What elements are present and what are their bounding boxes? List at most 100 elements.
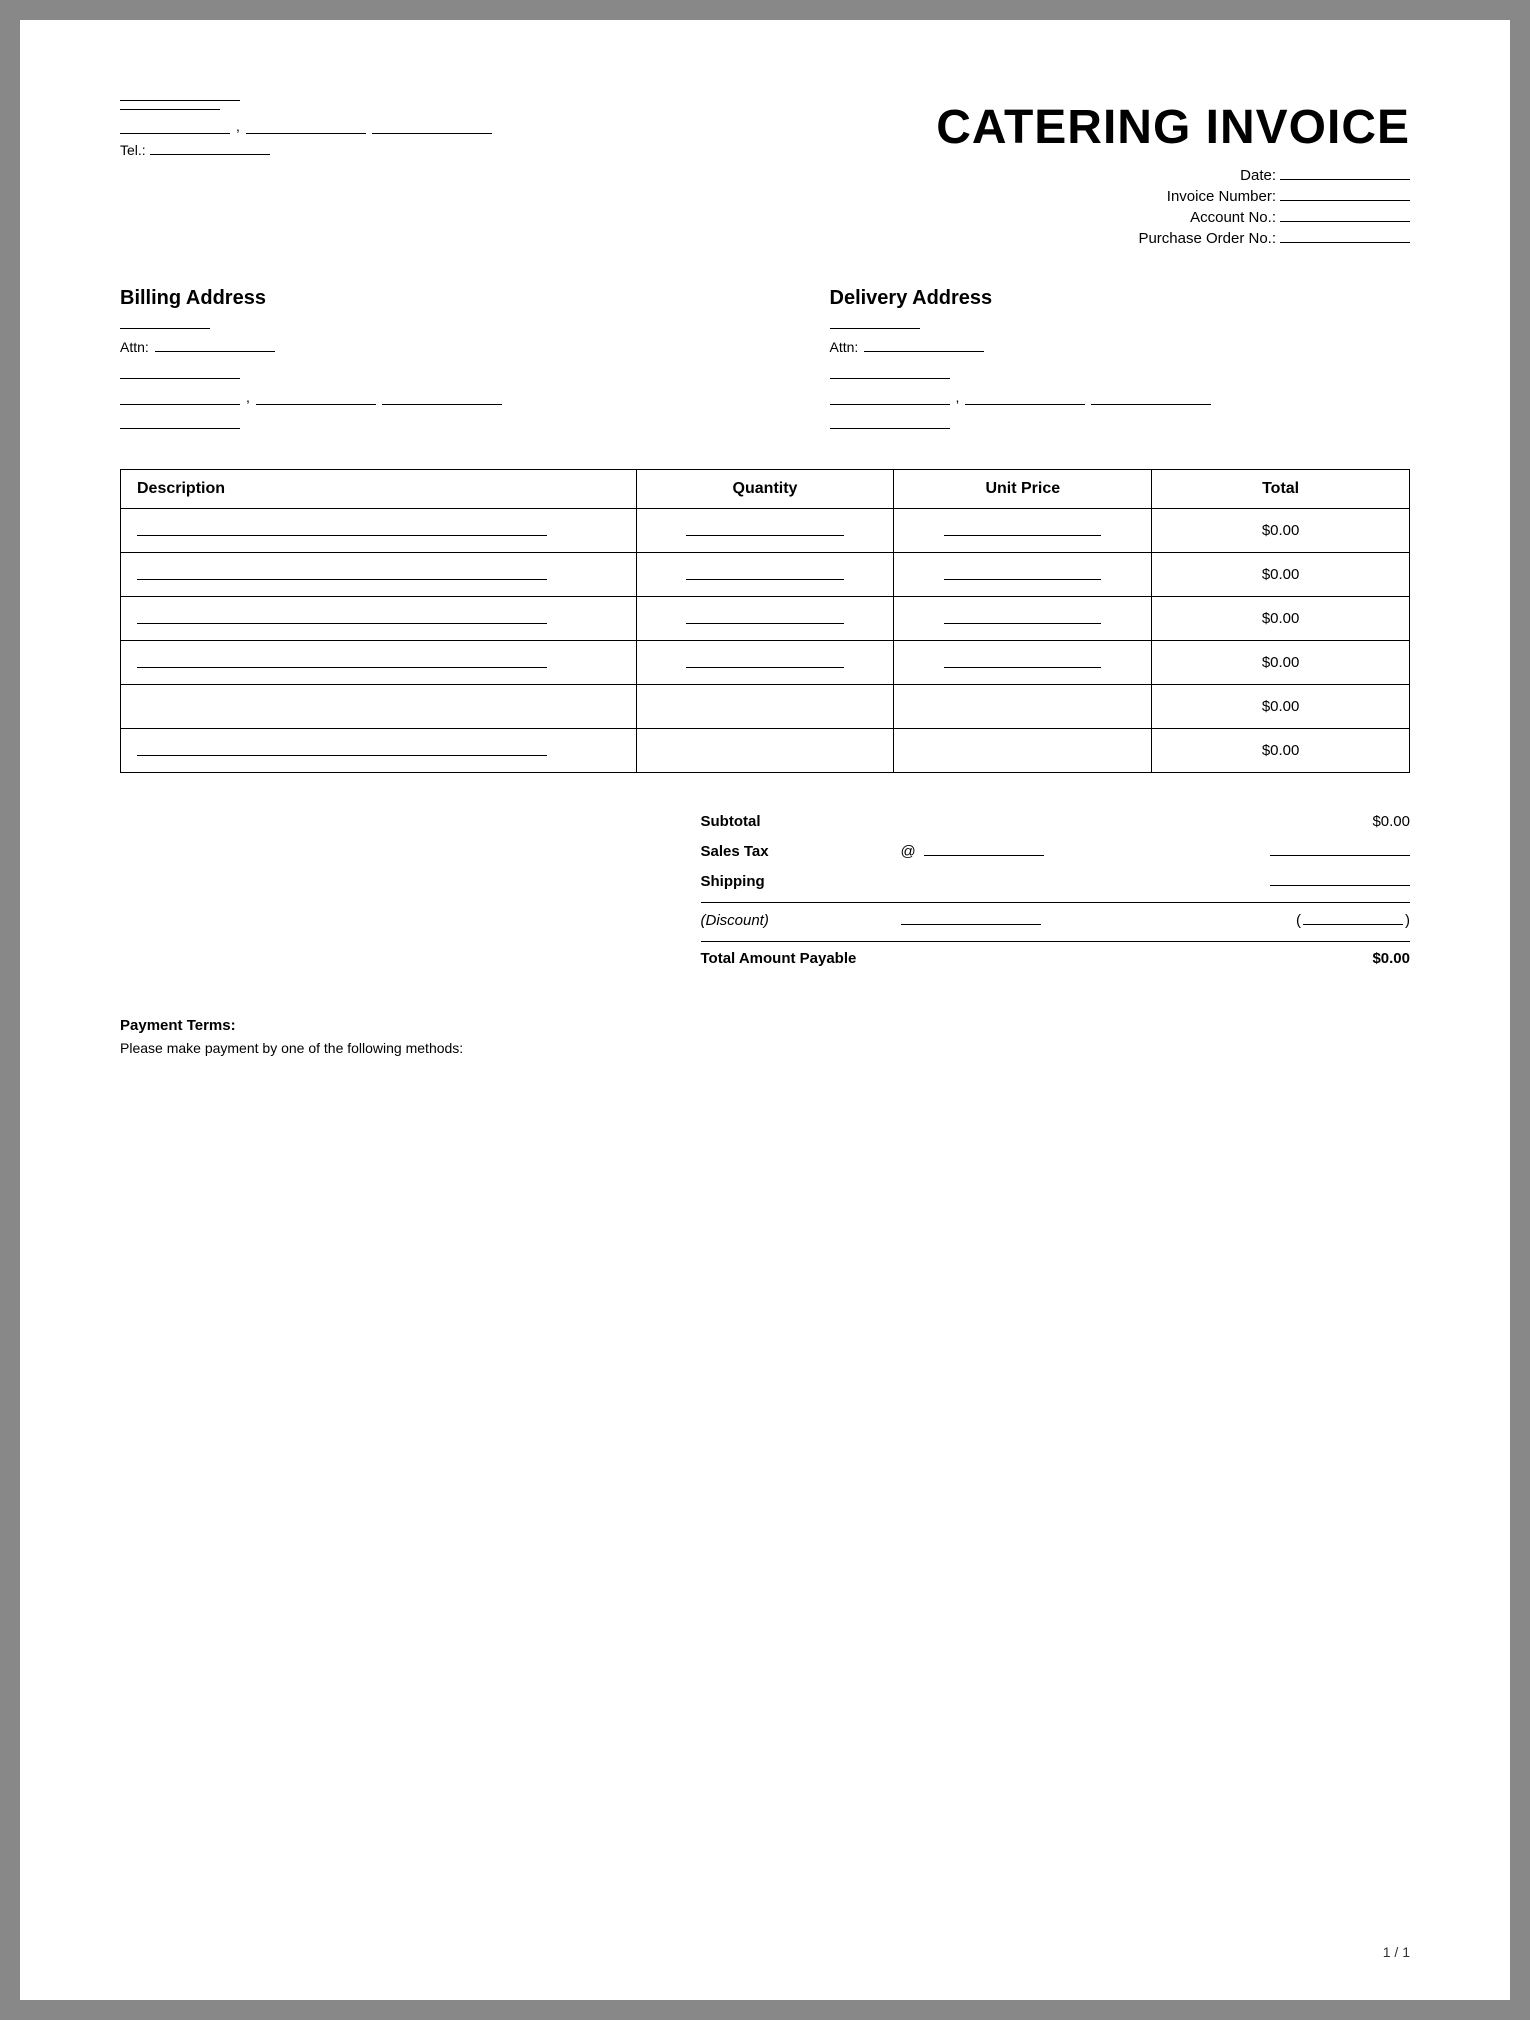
subtotal-row: Subtotal $0.00 — [701, 813, 1411, 830]
qty-cell-3 — [636, 597, 894, 641]
purchase-order-label: Purchase Order No.: — [1138, 230, 1276, 247]
sales-tax-label: Sales Tax — [701, 843, 901, 860]
total-cell-2: $0.00 — [1152, 553, 1410, 597]
col-header-total: Total — [1152, 470, 1410, 509]
date-row: Date: — [936, 167, 1410, 184]
invoice-fields: Date: Invoice Number: Account No.: Purch… — [936, 167, 1410, 247]
delivery-city-row: , — [830, 389, 1411, 405]
delivery-address1-blank — [830, 365, 950, 379]
billing-phone-blank — [120, 415, 240, 429]
header-section: , Tel.: CATERING INVOICE Date: Invoice N… — [120, 100, 1410, 247]
header-left: , Tel.: — [120, 100, 492, 158]
col-header-quantity: Quantity — [636, 470, 894, 509]
qty-cell-1 — [636, 509, 894, 553]
price-cell-4 — [894, 641, 1152, 685]
invoice-title: CATERING INVOICE — [936, 100, 1410, 155]
shipping-row: Shipping — [701, 872, 1411, 890]
billing-city-row: , — [120, 389, 701, 405]
delivery-attn-blank — [864, 351, 984, 352]
purchase-order-row: Purchase Order No.: — [936, 230, 1410, 247]
billing-attn-blank — [155, 351, 275, 352]
shipping-value-blank — [1270, 872, 1410, 886]
tel-label: Tel.: — [120, 142, 146, 158]
delivery-address-block: Delivery Address Attn: , — [830, 287, 1411, 429]
price-cell-6 — [894, 729, 1152, 773]
page-number: 1 / 1 — [1383, 1944, 1410, 1960]
qty-cell-6 — [636, 729, 894, 773]
delivery-attn-label: Attn: — [830, 339, 859, 355]
date-label: Date: — [1240, 167, 1276, 184]
total-cell-6: $0.00 — [1152, 729, 1410, 773]
table-row: $0.00 — [121, 553, 1410, 597]
desc-cell-4 — [121, 641, 637, 685]
price-cell-1 — [894, 509, 1152, 553]
shipping-label: Shipping — [701, 873, 901, 890]
date-blank — [1280, 179, 1410, 180]
billing-address-title: Billing Address — [120, 287, 701, 310]
price-cell-2 — [894, 553, 1152, 597]
table-row: $0.00 — [121, 641, 1410, 685]
delivery-city-blank — [830, 391, 950, 405]
sales-tax-row: Sales Tax @ — [701, 842, 1411, 860]
billing-address1-blank — [120, 365, 240, 379]
discount-label: (Discount) — [701, 912, 901, 929]
table-row: $0.00 — [121, 685, 1410, 729]
totals-section: Subtotal $0.00 Sales Tax @ Shipping — [120, 813, 1410, 967]
discount-name-blank — [901, 911, 1041, 925]
company-name-blank — [120, 100, 240, 101]
payment-section: Payment Terms: Please make payment by on… — [120, 1017, 1410, 1056]
addresses-section: Billing Address Attn: , Delivery Addr — [120, 287, 1410, 429]
delivery-phone-blank — [830, 415, 950, 429]
header-right: CATERING INVOICE Date: Invoice Number: A… — [936, 100, 1410, 247]
desc-cell-6 — [121, 729, 637, 773]
at-symbol: @ — [901, 843, 916, 860]
total-cell-5: $0.00 — [1152, 685, 1410, 729]
company-address1-blank — [120, 109, 220, 110]
delivery-zip-blank — [1091, 391, 1211, 405]
total-amount-row: Total Amount Payable $0.00 — [701, 941, 1411, 967]
billing-name-blank — [120, 328, 210, 329]
discount-row: (Discount) ( ) — [701, 902, 1411, 929]
table-row: $0.00 — [121, 729, 1410, 773]
tel-blank — [150, 154, 270, 155]
billing-attn-row: Attn: — [120, 339, 701, 355]
subtotal-value: $0.00 — [1250, 813, 1410, 830]
qty-cell-4 — [636, 641, 894, 685]
subtotal-label: Subtotal — [701, 813, 901, 830]
payment-title: Payment Terms: — [120, 1017, 1410, 1034]
invoice-number-blank — [1280, 200, 1410, 201]
delivery-address-content: Attn: , — [830, 328, 1411, 429]
delivery-name-blank — [830, 328, 920, 329]
invoice-table: Description Quantity Unit Price Total $0… — [120, 469, 1410, 773]
desc-cell-2 — [121, 553, 637, 597]
payment-text: Please make payment by one of the follow… — [120, 1040, 1410, 1056]
account-no-row: Account No.: — [936, 209, 1410, 226]
desc-cell-1 — [121, 509, 637, 553]
account-no-blank — [1280, 221, 1410, 222]
price-cell-5 — [894, 685, 1152, 729]
total-amount-label: Total Amount Payable — [701, 950, 901, 967]
qty-cell-5 — [636, 685, 894, 729]
desc-cell-3 — [121, 597, 637, 641]
purchase-order-blank — [1280, 242, 1410, 243]
billing-attn-label: Attn: — [120, 339, 149, 355]
company-zip-blank — [372, 133, 492, 134]
col-header-description: Description — [121, 470, 637, 509]
company-city-blank — [120, 133, 230, 134]
totals-table: Subtotal $0.00 Sales Tax @ Shipping — [701, 813, 1411, 967]
sales-tax-value-blank — [1270, 842, 1410, 856]
discount-value-blank — [1303, 911, 1403, 925]
invoice-number-label: Invoice Number: — [1167, 188, 1276, 205]
delivery-state-blank — [965, 391, 1085, 405]
company-state-blank — [246, 133, 366, 134]
total-cell-3: $0.00 — [1152, 597, 1410, 641]
price-cell-3 — [894, 597, 1152, 641]
delivery-attn-row: Attn: — [830, 339, 1411, 355]
qty-cell-2 — [636, 553, 894, 597]
tel-row: Tel.: — [120, 142, 492, 158]
invoice-page: , Tel.: CATERING INVOICE Date: Invoice N… — [20, 20, 1510, 2000]
billing-state-blank — [256, 391, 376, 405]
billing-city-blank — [120, 391, 240, 405]
billing-zip-blank — [382, 391, 502, 405]
total-cell-4: $0.00 — [1152, 641, 1410, 685]
